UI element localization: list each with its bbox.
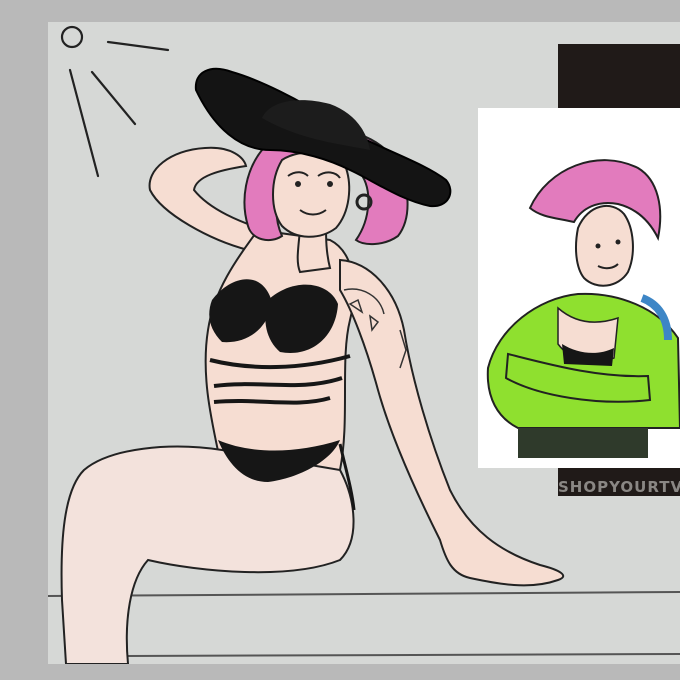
sun-doodle-icon: [60, 25, 170, 178]
reference-image: [478, 108, 680, 468]
reference-illustration: [478, 108, 680, 468]
floor-lines: [48, 591, 680, 657]
watermark-text: SHOPYOURTV: [558, 478, 680, 496]
artwork-screenshot: SHOPYOURTV: [0, 0, 680, 680]
legs: [60, 445, 355, 664]
